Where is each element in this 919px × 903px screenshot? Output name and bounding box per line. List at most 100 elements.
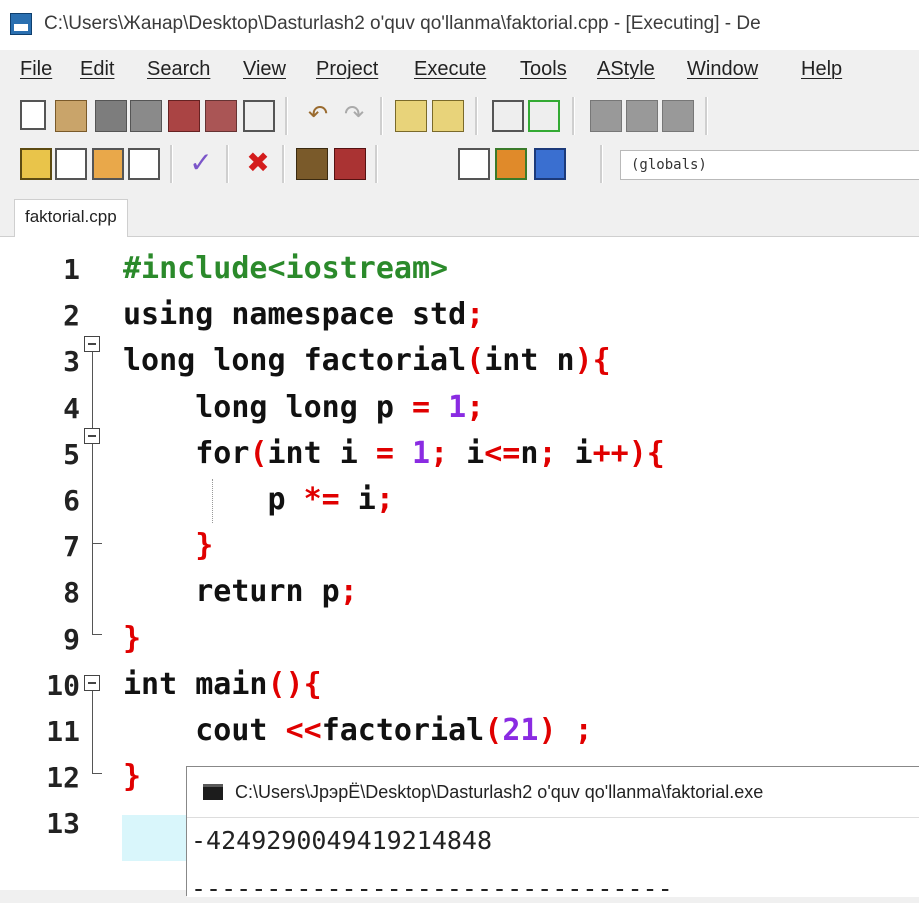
line-number: 2 bbox=[63, 299, 80, 333]
comment-icon[interactable] bbox=[662, 100, 694, 132]
toolbar-separator bbox=[475, 97, 478, 135]
menu-bar: File Edit Search View Project Execute To… bbox=[0, 50, 919, 88]
code-token: n bbox=[520, 435, 539, 471]
fold-guide bbox=[92, 352, 93, 634]
fold-toggle-icon[interactable] bbox=[84, 428, 100, 444]
code-token: return p bbox=[123, 574, 340, 610]
code-token: int main bbox=[123, 666, 268, 702]
toolbar-separator bbox=[705, 97, 708, 135]
toolbar-separator bbox=[282, 145, 285, 183]
line-number: 10 bbox=[46, 668, 80, 702]
undo-icon[interactable]: ↶ bbox=[302, 100, 334, 132]
code-token: ++){ bbox=[592, 435, 665, 471]
insert-icon[interactable] bbox=[92, 148, 124, 180]
save-icon[interactable] bbox=[95, 100, 127, 132]
code-token: ; bbox=[574, 713, 593, 748]
new-file-icon[interactable] bbox=[20, 100, 46, 130]
print-icon[interactable] bbox=[243, 100, 275, 132]
console-separator: -------------------------------- bbox=[191, 874, 673, 903]
console-body[interactable]: -4249290049419214848 -------------------… bbox=[187, 818, 919, 903]
code-line[interactable]: long long factorial(int n){ bbox=[123, 343, 611, 378]
line-number: 7 bbox=[63, 530, 80, 564]
code-token: = bbox=[411, 389, 431, 425]
menu-astyle[interactable]: AStyle bbox=[597, 58, 655, 81]
line-number: 9 bbox=[63, 622, 80, 656]
delete-profile-icon[interactable] bbox=[334, 148, 366, 180]
console-title-bar[interactable]: C:\Users\ЈрэрЁ\Desktop\Dasturlash2 o'quv… bbox=[187, 767, 919, 818]
code-line[interactable]: cout <<factorial(21) ; bbox=[123, 713, 593, 748]
menu-execute[interactable]: Execute bbox=[414, 58, 486, 81]
title-bar: C:\Users\Жанар\Desktop\Dasturlash2 o'quv… bbox=[0, 0, 919, 50]
fold-toggle-icon[interactable] bbox=[84, 336, 100, 352]
code-token: <= bbox=[484, 435, 521, 471]
code-line[interactable]: p *= i; bbox=[123, 482, 393, 517]
close-all-icon[interactable] bbox=[205, 100, 237, 132]
code-line[interactable]: for(int i = 1; i<=n; i++){ bbox=[123, 436, 665, 471]
close-file-icon[interactable] bbox=[168, 100, 200, 132]
line-number: 12 bbox=[46, 761, 80, 795]
code-token: int n bbox=[484, 343, 575, 379]
line-number: 13 bbox=[46, 807, 80, 841]
code-line[interactable]: } bbox=[123, 621, 141, 656]
console-output: -4249290049419214848 bbox=[191, 826, 493, 855]
menu-project[interactable]: Project bbox=[316, 58, 378, 81]
menu-edit[interactable]: Edit bbox=[80, 58, 114, 81]
menu-tools[interactable]: Tools bbox=[520, 58, 567, 81]
indent-icon[interactable] bbox=[590, 100, 622, 132]
code-token: ; bbox=[538, 435, 557, 471]
code-token: ; bbox=[466, 297, 485, 333]
project-options-icon[interactable] bbox=[55, 148, 87, 180]
unindent-icon[interactable] bbox=[626, 100, 658, 132]
code-line[interactable]: #include<iostream> bbox=[123, 251, 448, 286]
menu-help[interactable]: Help bbox=[801, 58, 842, 81]
code-line[interactable]: long long p = 1; bbox=[123, 390, 484, 425]
code-token: long long p bbox=[123, 389, 412, 425]
new-project-icon[interactable] bbox=[20, 148, 52, 180]
code-line[interactable]: } bbox=[123, 528, 213, 563]
menu-window[interactable]: Window bbox=[687, 58, 758, 81]
code-token: using namespace std bbox=[123, 297, 467, 333]
toolbar-separator bbox=[170, 145, 173, 183]
check-syntax-icon[interactable]: ✓ bbox=[185, 148, 217, 180]
tab-faktorial-cpp[interactable]: faktorial.cpp bbox=[14, 199, 128, 237]
code-token: (){ bbox=[267, 666, 322, 702]
line-number: 6 bbox=[63, 484, 80, 517]
replace-icon[interactable] bbox=[432, 100, 464, 132]
menu-file[interactable]: File bbox=[20, 58, 52, 81]
save-all-icon[interactable] bbox=[130, 100, 162, 132]
find-icon[interactable] bbox=[395, 100, 427, 132]
code-token: ; bbox=[466, 389, 485, 425]
code-token: = bbox=[375, 435, 394, 471]
code-line[interactable]: } bbox=[123, 759, 141, 794]
compile-toolbar: ✓ ✖ (globals) bbox=[0, 141, 919, 187]
menu-search[interactable]: Search bbox=[147, 58, 210, 81]
menu-view[interactable]: View bbox=[243, 58, 286, 81]
scope-select[interactable]: (globals) bbox=[620, 150, 919, 180]
code-token: } bbox=[123, 620, 142, 656]
open-file-icon[interactable] bbox=[55, 100, 87, 132]
stop-debug-icon[interactable] bbox=[534, 148, 566, 180]
toggle-bookmark-icon[interactable] bbox=[528, 100, 560, 132]
classes-icon[interactable] bbox=[128, 148, 160, 180]
line-number: 1 bbox=[63, 253, 80, 286]
fold-toggle-icon[interactable] bbox=[84, 675, 100, 691]
goto-line-icon[interactable] bbox=[492, 100, 524, 132]
code-line[interactable]: using namespace std; bbox=[123, 297, 484, 332]
fold-guide-end bbox=[92, 773, 102, 774]
line-number: 11 bbox=[46, 715, 80, 748]
redo-icon[interactable]: ↷ bbox=[338, 100, 370, 132]
window-title: C:\Users\Жанар\Desktop\Dasturlash2 o'quv… bbox=[44, 13, 761, 34]
stop-execution-icon[interactable]: ✖ bbox=[242, 148, 274, 180]
toolbar-separator bbox=[380, 97, 383, 135]
code-token: 1 bbox=[448, 389, 467, 425]
console-window[interactable]: C:\Users\ЈрэрЁ\Desktop\Dasturlash2 o'quv… bbox=[186, 766, 919, 903]
toolbar-separator bbox=[600, 145, 603, 183]
code-line[interactable]: return p; bbox=[123, 574, 358, 609]
code-line[interactable]: int main(){ bbox=[123, 667, 322, 702]
goto-declaration-icon[interactable] bbox=[458, 148, 490, 180]
code-token: << bbox=[285, 713, 322, 748]
goto-definition-icon[interactable] bbox=[495, 148, 527, 180]
profile-icon[interactable] bbox=[296, 148, 328, 180]
